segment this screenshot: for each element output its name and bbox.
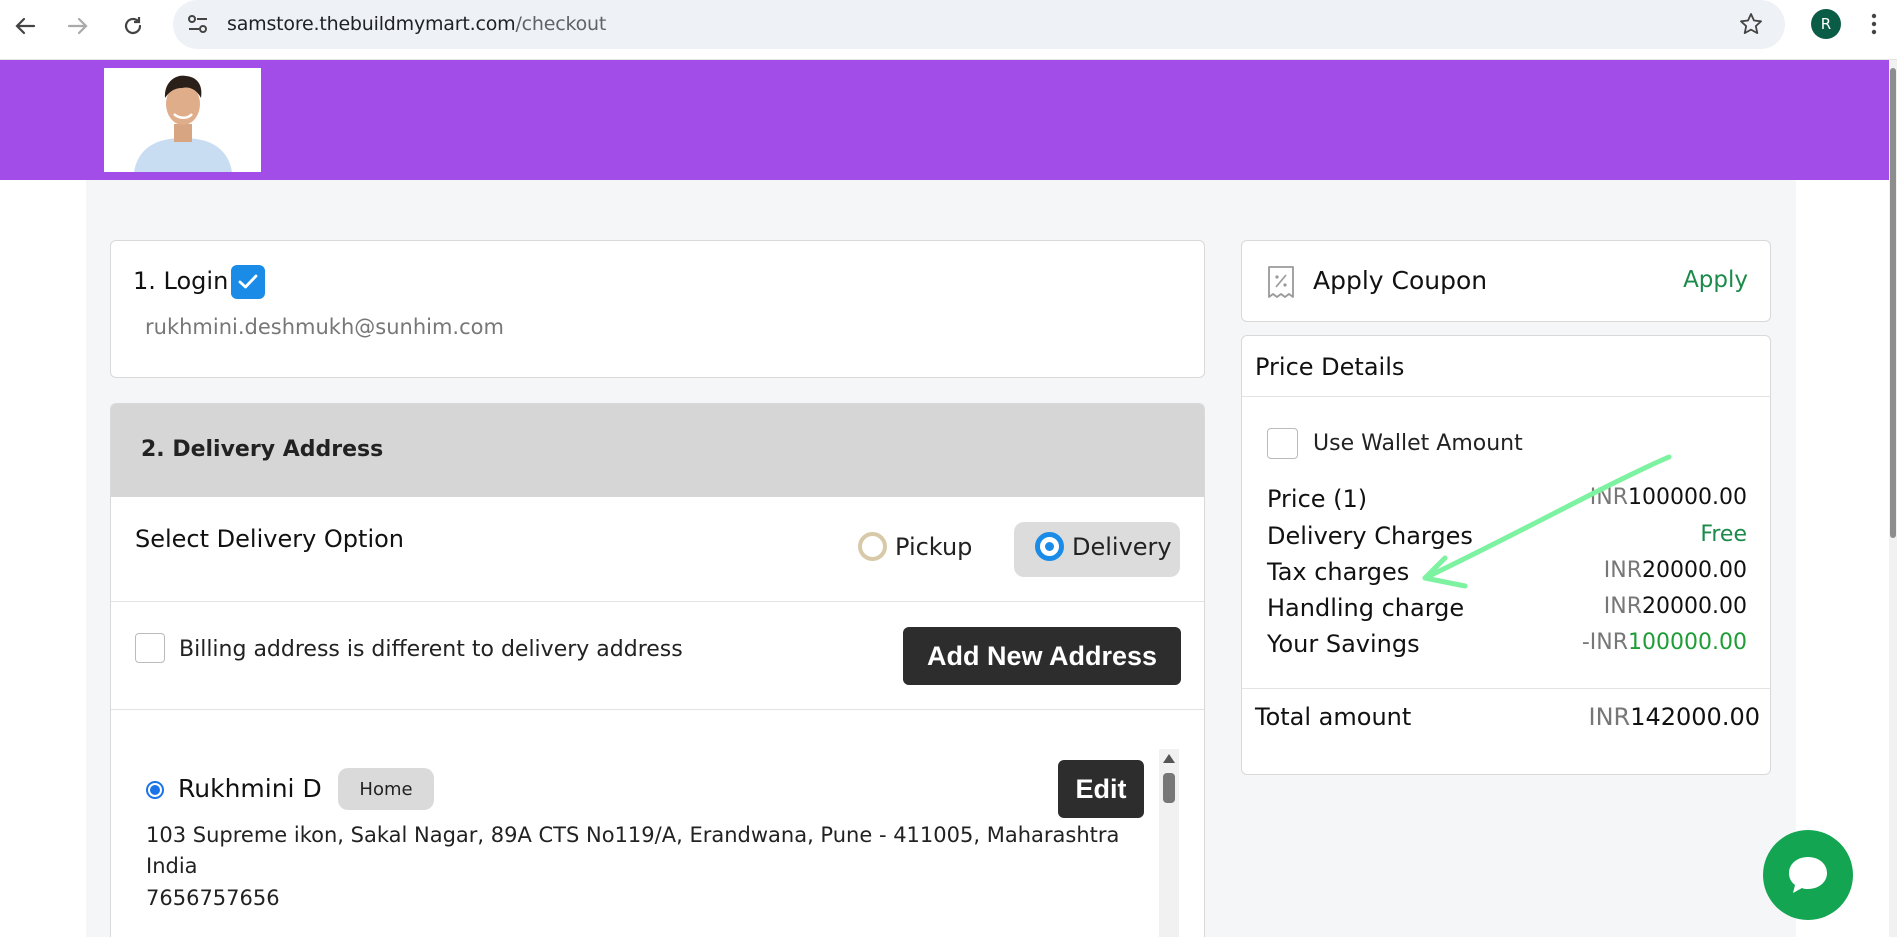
address-line-1: 103 Supreme ikon, Sakal Nagar, 89A CTS N… (146, 823, 1120, 847)
amount: 142000.00 (1630, 703, 1760, 731)
apply-coupon-card: Apply Coupon Apply (1241, 240, 1771, 322)
site-info-icon[interactable] (186, 13, 210, 39)
price-row-label: Price (1) (1267, 485, 1368, 513)
login-title: 1. Login (133, 267, 229, 295)
savings-sign: - (1581, 630, 1590, 655)
billing-different-label: Billing address is different to delivery… (179, 637, 683, 662)
browser-toolbar: samstore.thebuildmymart.com/checkout R (0, 0, 1897, 60)
page-scrollbar-thumb[interactable] (1890, 68, 1896, 538)
amount: 100000.00 (1628, 630, 1747, 655)
coupon-ticket-icon (1266, 265, 1296, 303)
login-email: rukhmini.deshmukh@sunhim.com (145, 315, 504, 339)
address-line-2: India (146, 854, 198, 878)
login-check-icon (231, 265, 265, 299)
delivery-address-title: 2. Delivery Address (141, 437, 384, 462)
delivery-radio[interactable] (1035, 532, 1064, 561)
total-amount-label: Total amount (1255, 703, 1412, 731)
annotation-arrow-icon (1395, 450, 1675, 604)
delivery-address-card: 2. Delivery Address Select Delivery Opti… (110, 403, 1205, 937)
divider (111, 601, 1204, 602)
divider (1242, 396, 1770, 397)
total-amount-value: INR142000.00 (1588, 703, 1760, 731)
menu-dots-icon[interactable] (1870, 12, 1878, 40)
url-host: samstore.thebuildmymart.com (227, 13, 516, 35)
address-phone: 7656757656 (146, 886, 280, 910)
delivery-option[interactable]: Delivery (1035, 532, 1172, 561)
billing-different-checkbox[interactable] (135, 633, 165, 663)
store-logo[interactable] (104, 68, 261, 172)
address-select-radio[interactable] (146, 781, 164, 799)
pickup-label: Pickup (895, 532, 973, 561)
apply-coupon-title: Apply Coupon (1313, 266, 1488, 295)
page-scrollbar[interactable] (1889, 60, 1897, 937)
site-header (0, 60, 1889, 180)
reload-icon[interactable] (119, 12, 147, 40)
address-name: Rukhmini D (178, 774, 322, 803)
delivery-label: Delivery (1072, 532, 1172, 561)
star-bookmark-icon[interactable] (1739, 12, 1763, 40)
savings-row: Your Savings -INR100000.00 (1267, 630, 1747, 660)
pickup-option[interactable]: Pickup (858, 532, 972, 561)
currency-code: INR (1589, 630, 1629, 655)
chat-bubble-icon (1789, 857, 1827, 893)
address-tag-badge: Home (338, 768, 434, 810)
forward-arrow-icon[interactable] (64, 12, 92, 40)
divider (1242, 688, 1770, 689)
chat-support-button[interactable] (1763, 830, 1853, 920)
scroll-up-arrow-icon[interactable] (1163, 754, 1175, 763)
price-details-title: Price Details (1255, 353, 1405, 381)
delivery-charges-value: Free (1700, 522, 1747, 547)
url-path: /checkout (515, 13, 607, 35)
delivery-address-header[interactable]: 2. Delivery Address (111, 404, 1204, 497)
savings-label: Your Savings (1267, 630, 1420, 658)
pickup-radio[interactable] (858, 532, 887, 561)
address-list-scrollbar[interactable] (1159, 749, 1179, 937)
currency-code: INR (1588, 703, 1631, 731)
tax-charges-label: Tax charges (1267, 558, 1410, 586)
login-card: 1. Login rukhmini.deshmukh@sunhim.com (110, 240, 1205, 378)
address-bar[interactable]: samstore.thebuildmymart.com/checkout (173, 0, 1785, 49)
divider (111, 709, 1204, 710)
apply-coupon-link[interactable]: Apply (1683, 267, 1748, 293)
url-text[interactable]: samstore.thebuildmymart.com/checkout (227, 13, 606, 35)
add-new-address-button[interactable]: Add New Address (903, 627, 1181, 685)
address-list-scrollbar-thumb[interactable] (1163, 773, 1175, 803)
edit-address-button[interactable]: Edit (1058, 760, 1144, 818)
use-wallet-checkbox[interactable] (1267, 428, 1298, 459)
savings-value: -INR100000.00 (1582, 630, 1747, 655)
profile-avatar[interactable]: R (1811, 9, 1841, 39)
select-delivery-option-label: Select Delivery Option (135, 525, 405, 553)
back-arrow-icon[interactable] (11, 12, 39, 40)
